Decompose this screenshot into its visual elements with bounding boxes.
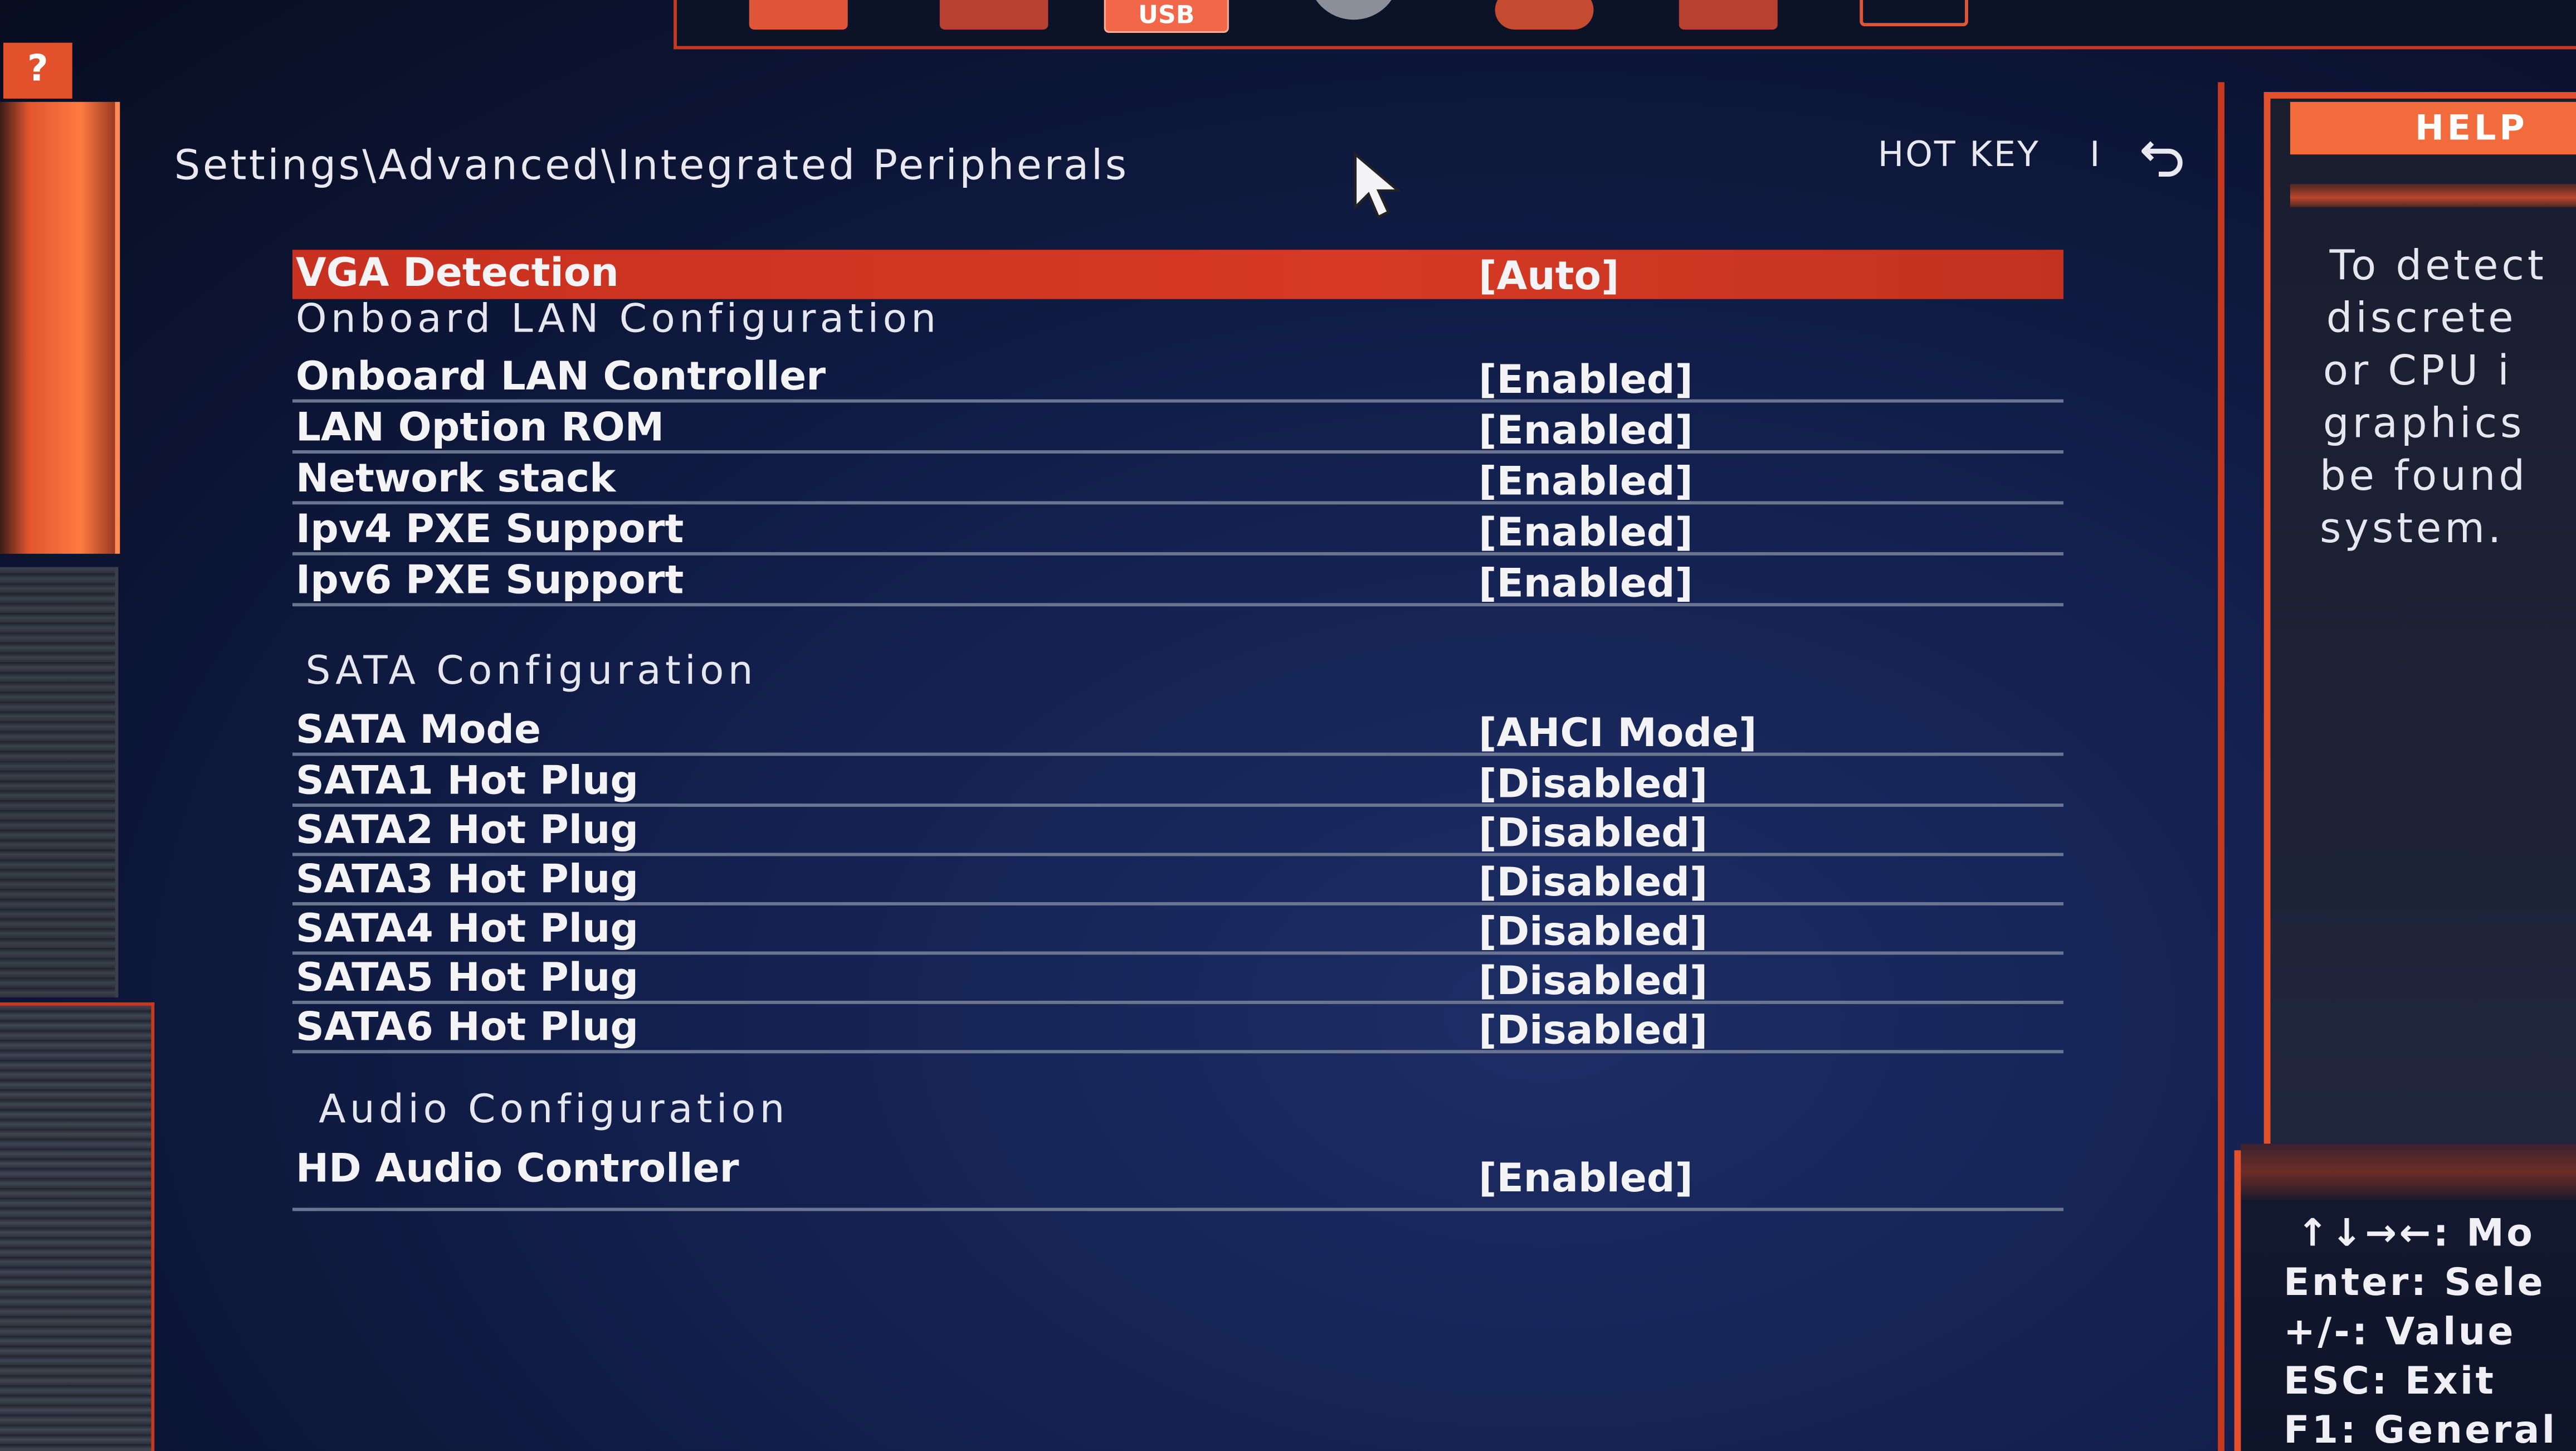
setting-label: Ipv4 PXE Support [295, 506, 684, 552]
help-text-line: system. [2319, 504, 2505, 552]
fan-tab-icon[interactable] [1495, 0, 1594, 30]
setting-value[interactable]: [Disabled] [1479, 810, 1707, 856]
setting-row[interactable]: Ipv6 PXE Support [Enabled] [292, 557, 2063, 607]
panel-divider [2218, 82, 2224, 1451]
monitor-tab-icon[interactable] [1860, 0, 1968, 27]
key-help-esc: ESC: Exit [2284, 1360, 2496, 1404]
setting-row[interactable]: Ipv4 PXE Support [Enabled] [292, 506, 2063, 556]
setting-label: SATA5 Hot Plug [295, 955, 639, 1001]
setting-label: Network stack [295, 455, 616, 501]
setting-value[interactable]: [Enabled] [1479, 459, 1693, 505]
setting-row[interactable]: SATA6 Hot Plug [Disabled] [292, 1004, 2063, 1054]
help-text-line: graphics [2323, 399, 2525, 447]
setting-label: SATA3 Hot Plug [295, 856, 639, 903]
side-tab-oc[interactable] [0, 567, 119, 998]
setting-row-hd-audio[interactable]: HD Audio Controller [Enabled] [292, 1145, 2063, 1211]
setting-value[interactable]: [Disabled] [1479, 1007, 1707, 1054]
setting-value[interactable]: [Enabled] [1479, 509, 1693, 556]
key-help-f1: F1: General [2284, 1410, 2558, 1451]
setting-label: SATA6 Hot Plug [295, 1004, 639, 1050]
overclocking-tab-icon[interactable] [749, 0, 848, 30]
performance-tab-icon[interactable] [939, 0, 1048, 30]
setting-row-vga-detection[interactable]: VGA Detection [Auto] [292, 250, 2063, 299]
setting-row[interactable]: SATA4 Hot Plug [Disabled] [292, 905, 2063, 955]
key-help-enter: Enter: Sele [2284, 1262, 2546, 1305]
setting-value[interactable]: [Disabled] [1479, 761, 1707, 807]
setting-row[interactable]: LAN Option ROM [Enabled] [292, 404, 2063, 454]
help-panel-accent [2290, 184, 2576, 207]
back-arrow-icon[interactable] [2139, 133, 2192, 179]
setting-value[interactable]: [Enabled] [1479, 561, 1693, 607]
setting-label: HD Audio Controller [295, 1145, 739, 1192]
mouse-cursor-icon [1354, 152, 1402, 219]
help-badge-icon[interactable]: ? [3, 42, 72, 99]
setting-row[interactable]: Onboard LAN Controller [Enabled] [292, 353, 2063, 403]
setting-label: SATA4 Hot Plug [295, 905, 639, 952]
setting-row[interactable]: SATA3 Hot Plug [Disabled] [292, 856, 2063, 905]
usb-tab-label: USB [1138, 0, 1195, 30]
setting-value[interactable]: [AHCI Mode] [1479, 710, 1757, 756]
setting-label: SATA1 Hot Plug [295, 757, 639, 804]
setting-value[interactable]: [Enabled] [1479, 357, 1693, 403]
setting-value[interactable]: [Enabled] [1479, 407, 1693, 454]
side-tab-mflash[interactable] [0, 1002, 155, 1451]
setting-label: Ipv6 PXE Support [295, 557, 684, 603]
hotkey-separator: I [2090, 134, 2100, 174]
disc-tab-icon[interactable] [1307, 0, 1400, 20]
setting-row[interactable]: SATA5 Hot Plug [Disabled] [292, 955, 2063, 1004]
key-help-value: +/-: Value [2284, 1311, 2516, 1354]
setting-value[interactable]: [Disabled] [1479, 909, 1707, 955]
setting-label: Onboard LAN Controller [295, 353, 826, 400]
help-panel-title: HELP [2290, 101, 2576, 155]
section-title-sata: SATA Configuration [305, 647, 758, 694]
hotkey-button[interactable]: HOT KEY [1878, 135, 2040, 174]
bios-screen: USB ? Settings\Advanced\Integrated Perip… [0, 0, 2576, 1451]
setting-value[interactable]: [Disabled] [1479, 859, 1707, 905]
help-text-line: be found [2319, 451, 2529, 500]
setting-label: SATA2 Hot Plug [295, 806, 639, 853]
help-text-line: To detect [2329, 241, 2547, 290]
setting-label: VGA Detection [295, 250, 619, 296]
setting-row[interactable]: Network stack [Enabled] [292, 455, 2063, 505]
usb-tab-icon[interactable]: USB [1104, 0, 1229, 33]
tools-tab-icon[interactable] [1679, 0, 1778, 30]
side-tab-settings[interactable] [0, 101, 120, 554]
setting-value[interactable]: [Enabled] [1479, 1155, 1693, 1201]
breadcrumb: Settings\Advanced\Integrated Peripherals [174, 141, 1129, 189]
setting-value[interactable]: [Auto] [1479, 253, 1619, 299]
setting-label: LAN Option ROM [295, 404, 665, 451]
top-icon-bar: USB [674, 0, 2576, 50]
section-title-audio: Audio Configuration [319, 1086, 789, 1132]
setting-label: SATA Mode [295, 707, 541, 753]
help-text-line: or CPU i [2323, 347, 2512, 395]
key-help-move: ↑↓→←: Mo [2296, 1213, 2535, 1256]
setting-row[interactable]: SATA1 Hot Plug [Disabled] [292, 757, 2063, 807]
setting-row[interactable]: SATA2 Hot Plug [Disabled] [292, 807, 2063, 856]
help-text-line: discrete [2326, 294, 2517, 342]
section-title-lan: Onboard LAN Configuration [295, 295, 940, 342]
setting-value[interactable]: [Disabled] [1479, 958, 1707, 1004]
key-help-accent [2241, 1143, 2576, 1200]
setting-row-sata-mode[interactable]: SATA Mode [AHCI Mode] [292, 707, 2063, 756]
